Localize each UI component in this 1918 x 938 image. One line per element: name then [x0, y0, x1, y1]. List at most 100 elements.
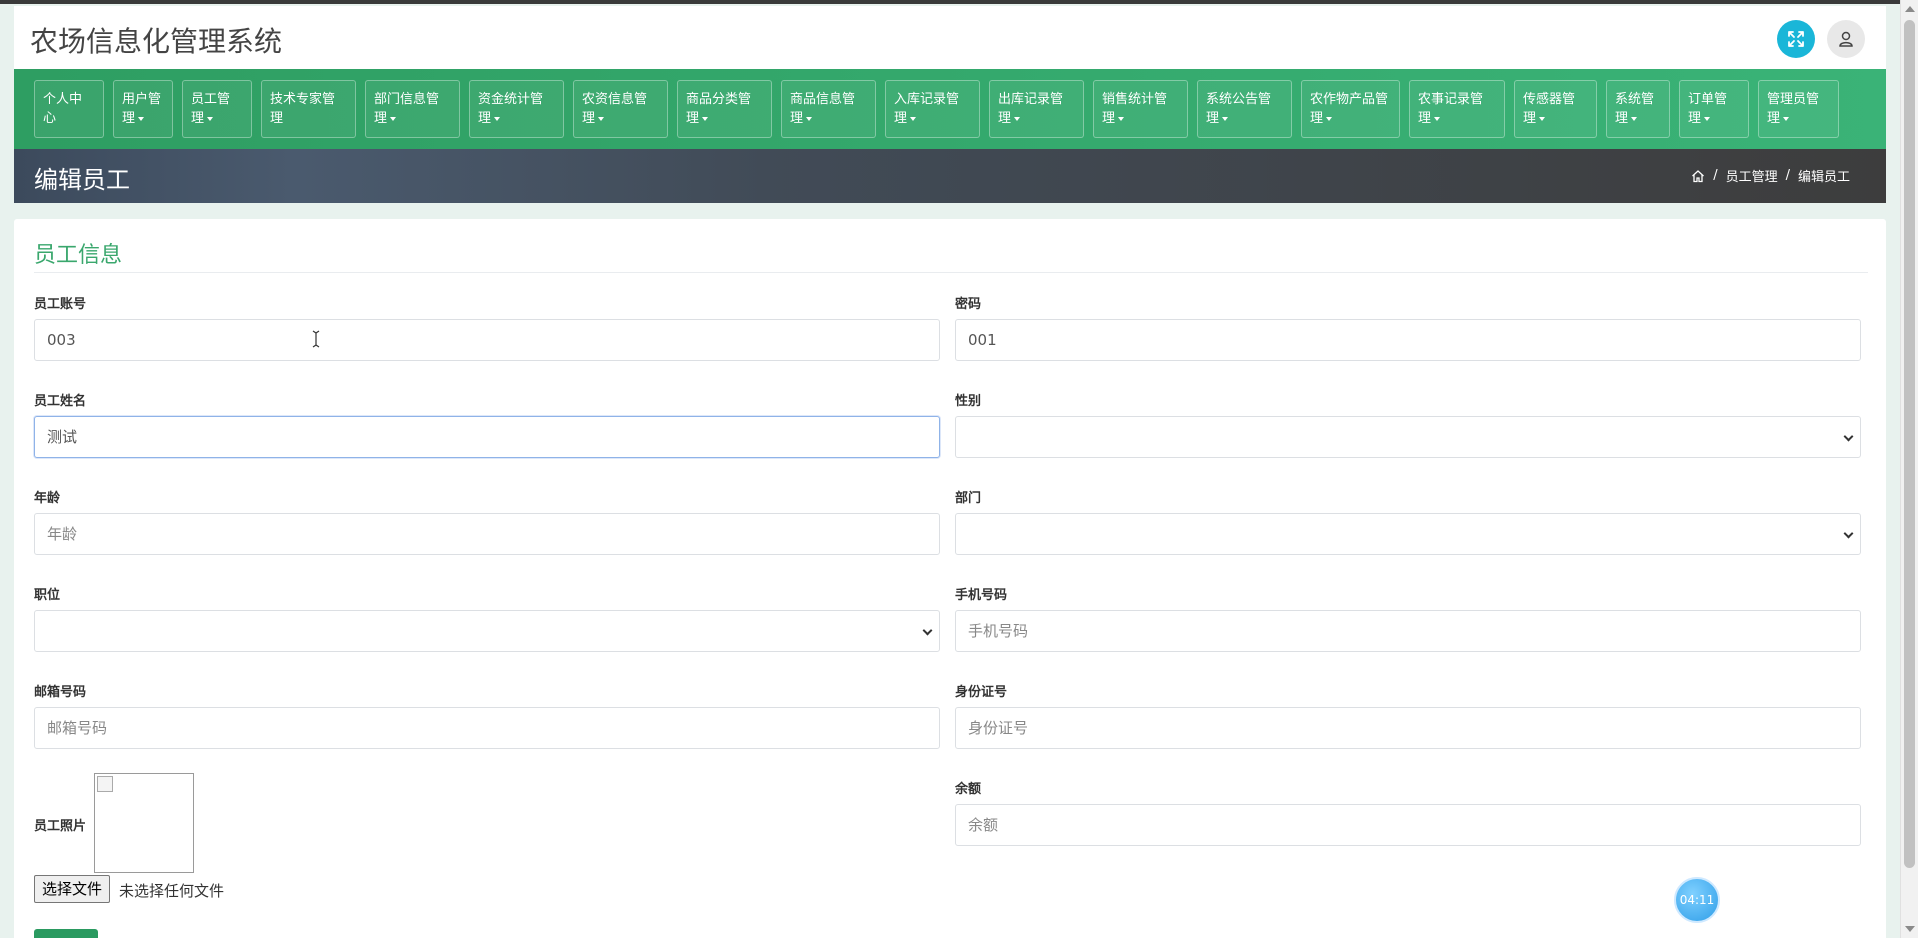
nav-item[interactable]: 系统管理	[1606, 80, 1670, 138]
password-input[interactable]: 001	[955, 319, 1861, 361]
department-field: 部门	[955, 487, 1861, 555]
caret-down-icon	[138, 116, 145, 121]
nav-item[interactable]: 用户管理	[113, 80, 173, 138]
nav-item-label-line2: 心	[43, 111, 57, 126]
nav-item[interactable]: 出库记录管理	[989, 80, 1084, 138]
email-input[interactable]: 邮箱号码	[34, 707, 940, 749]
nav-item[interactable]: 管理员管理	[1758, 80, 1839, 138]
nav-item-label-line2: 理	[1523, 111, 1537, 126]
email-label: 邮箱号码	[34, 685, 87, 700]
user-menu-button[interactable]	[1827, 20, 1865, 58]
age-field: 年龄 年龄	[34, 487, 940, 555]
nav-item-label-cont: 理	[122, 109, 164, 128]
age-input[interactable]: 年龄	[34, 513, 940, 555]
breadcrumb-item[interactable]: 员工管理	[1726, 166, 1778, 185]
nav-item-label: 用户管	[122, 92, 162, 107]
nav-item-label: 销售统计管	[1102, 92, 1168, 107]
broken-image-icon	[97, 776, 113, 792]
nav-item-label-line2: 理	[1615, 111, 1629, 126]
name-field: 员工姓名 测试	[34, 390, 940, 458]
department-select[interactable]	[955, 513, 1861, 555]
section-title: 员工信息	[34, 243, 123, 268]
submit-button[interactable]	[34, 929, 98, 938]
nav-item-label-cont: 理	[686, 109, 763, 128]
nav-item[interactable]: 农事记录管理	[1409, 80, 1505, 138]
account-field: 员工账号 003	[34, 293, 940, 361]
nav-item[interactable]: 部门信息管理	[365, 80, 460, 138]
nav-item-label-cont: 理	[894, 109, 971, 128]
password-field: 密码 001	[955, 293, 1861, 361]
fullscreen-button[interactable]	[1777, 20, 1815, 58]
nav-item-label-cont: 理	[270, 109, 347, 128]
nav-item-label-cont: 理	[1615, 109, 1661, 128]
caret-down-icon	[1118, 116, 1125, 121]
phone-input[interactable]: 手机号码	[955, 610, 1861, 652]
nav-item[interactable]: 员工管理	[182, 80, 252, 138]
nav-item-label-line2: 理	[790, 111, 804, 126]
gender-label: 性别	[955, 394, 982, 409]
app-title: 农场信息化管理系统	[30, 25, 283, 58]
photo-label: 员工照片	[34, 819, 87, 834]
page-header: 编辑员工 / 员工管理 / 编辑员工	[14, 149, 1886, 203]
nav-item-label: 订单管	[1688, 92, 1728, 107]
nav-item-label: 商品信息管	[790, 92, 856, 107]
position-select[interactable]	[34, 610, 940, 652]
balance-label: 余额	[955, 782, 982, 797]
age-label: 年龄	[34, 491, 61, 506]
nav-item-label-line2: 理	[478, 111, 492, 126]
nav-item[interactable]: 农作物产品管理	[1301, 80, 1400, 138]
nav-item[interactable]: 订单管理	[1679, 80, 1749, 138]
scroll-up-arrow-icon[interactable]	[1905, 6, 1915, 12]
nav-item[interactable]: 传感器管理	[1514, 80, 1597, 138]
name-input[interactable]: 测试	[34, 416, 940, 458]
employee-form-card: 员工信息 员工账号 003 密码 001 员工姓名 测试 性别 年龄 年龄 部门…	[14, 219, 1886, 938]
nav-item-label-cont: 理	[1102, 109, 1179, 128]
nav-item[interactable]: 商品信息管理	[781, 80, 876, 138]
account-label: 员工账号	[34, 297, 87, 312]
nav-item[interactable]: 个人中心	[34, 80, 104, 138]
chevron-down-icon	[1843, 431, 1854, 442]
name-label: 员工姓名	[34, 394, 87, 409]
nav-item-label: 员工管	[191, 92, 231, 107]
nav-item-label: 传感器管	[1523, 92, 1576, 107]
nav-item-label: 系统公告管	[1206, 92, 1272, 107]
nav-item[interactable]: 资金统计管理	[469, 80, 564, 138]
nav-item-label-line2: 理	[1310, 111, 1324, 126]
nav-item[interactable]: 入库记录管理	[885, 80, 980, 138]
nav-item[interactable]: 销售统计管理	[1093, 80, 1188, 138]
gender-select[interactable]	[955, 416, 1861, 458]
phone-label: 手机号码	[955, 588, 1008, 603]
nav-item-label-line2: 理	[998, 111, 1012, 126]
caret-down-icon	[1326, 116, 1333, 121]
scrollbar-thumb[interactable]	[1904, 20, 1915, 868]
nav-item-label: 资金统计管	[478, 92, 544, 107]
nav-item-label-line2: 理	[1102, 111, 1116, 126]
phone-field: 手机号码 手机号码	[955, 584, 1861, 652]
page-scrollbar[interactable]	[1900, 0, 1918, 938]
caret-down-icon	[1014, 116, 1021, 121]
nav-item-label: 技术专家管	[270, 92, 336, 107]
nav-item-label-line2: 理	[191, 111, 205, 126]
breadcrumb-item-current: 编辑员工	[1797, 170, 1850, 185]
caret-down-icon	[390, 116, 397, 121]
position-label: 职位	[34, 588, 61, 603]
account-input[interactable]: 003	[34, 319, 940, 361]
nav-item[interactable]: 技术专家管理	[261, 80, 356, 138]
choose-file-button[interactable]: 选择文件	[34, 875, 111, 903]
timer-badge[interactable]: 04:11	[1674, 877, 1720, 923]
id-card-input[interactable]: 身份证号	[955, 707, 1861, 749]
balance-input[interactable]: 余额	[955, 804, 1861, 846]
gender-field: 性别	[955, 390, 1861, 458]
nav-item[interactable]: 系统公告管理	[1197, 80, 1292, 138]
scroll-down-arrow-icon[interactable]	[1905, 926, 1915, 932]
nav-item-label-line2: 理	[1688, 111, 1702, 126]
nav-item[interactable]: 农资信息管理	[573, 80, 668, 138]
position-field: 职位	[34, 584, 940, 652]
nav-item-label: 个人中	[43, 92, 83, 107]
nav-item[interactable]: 商品分类管理	[677, 80, 772, 138]
nav-item-label-cont: 理	[1767, 109, 1830, 128]
id-card-label: 身份证号	[955, 685, 1008, 700]
nav-item-label: 农资信息管	[582, 92, 648, 107]
home-icon[interactable]	[1691, 169, 1705, 183]
nav-item-label-cont: 理	[1418, 109, 1496, 128]
